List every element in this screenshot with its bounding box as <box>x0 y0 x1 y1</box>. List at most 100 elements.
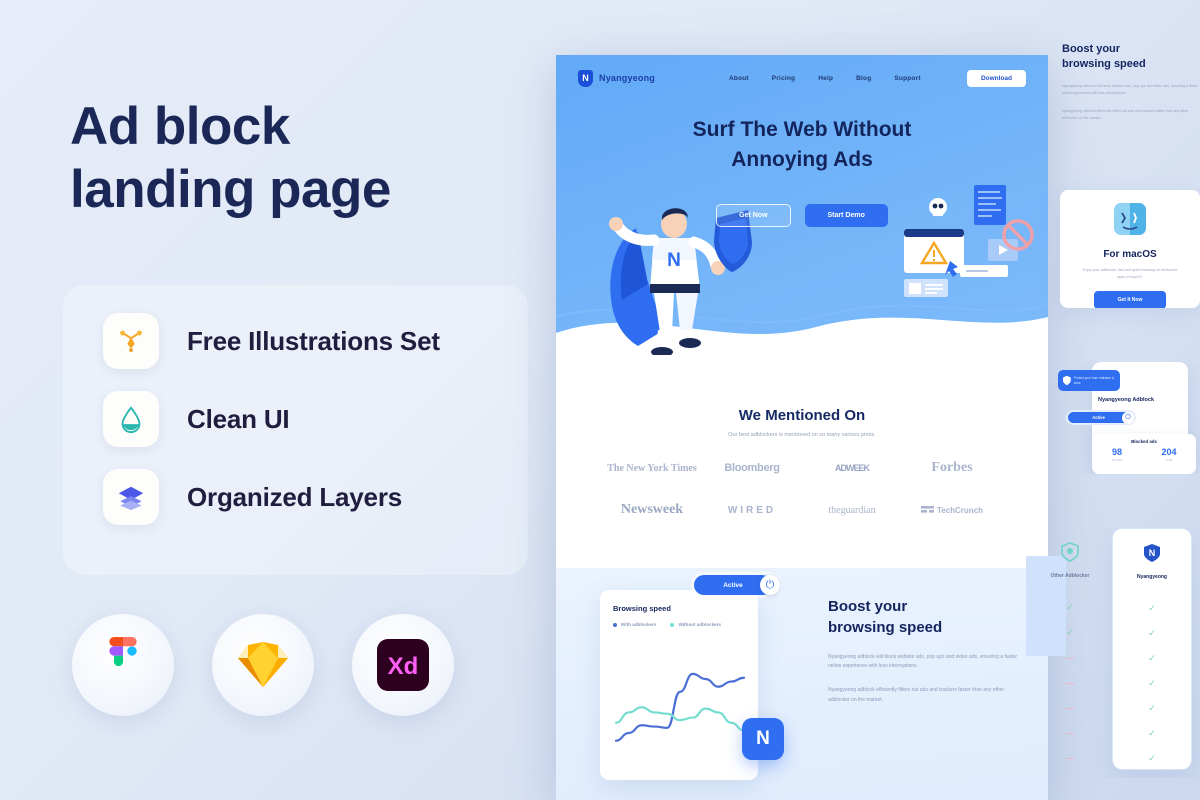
feature-label: Free Illustrations Set <box>187 325 440 356</box>
macos-heading: For macOS <box>1103 249 1157 260</box>
finder-icon <box>1114 203 1146 235</box>
nav-item-support[interactable]: Support <box>894 75 920 82</box>
stat-this-site-value: 98 <box>1112 447 1123 457</box>
comparison-column-other: Other Adblocker ✓ ✓ — — — — — <box>1034 528 1106 770</box>
widget-active-toggle[interactable]: Active ⏻ <box>1066 410 1136 425</box>
shield-icon <box>1063 375 1071 386</box>
shield-icon <box>1061 542 1079 562</box>
widget-toggle-label: Active <box>1068 412 1129 423</box>
brand-logo[interactable]: N Nyangyeong <box>578 69 655 87</box>
page-title-line-1: Ad block <box>70 97 290 156</box>
adblock-widget-card: N Nyangyeong Adblock Active ⏻ Protect yo… <box>1052 362 1200 474</box>
macos-card: For macOS Enjoy your adblocker, fast and… <box>1060 190 1200 308</box>
comparison-table: Other Adblocker ✓ ✓ — — — — — N Nyangyeong ✓ ✓ ✓… <box>1028 528 1200 778</box>
legend-without-adblockers: Without adblockers <box>670 622 721 627</box>
section-heading: We Mentioned On <box>738 407 866 424</box>
comparison-other-head: Other Adblocker <box>1034 528 1106 579</box>
check-icon: ✓ <box>1148 678 1156 688</box>
boost-paragraph-1: Nyangyeong adblock will block website ad… <box>828 653 1018 670</box>
promo-panel: Ad block landing page Free Illustrations… <box>0 0 556 800</box>
comparison-column-nyangyeong: N Nyangyeong ✓ ✓ ✓ ✓ ✓ ✓ ✓ <box>1112 528 1192 770</box>
sketch-icon <box>212 614 314 716</box>
blocked-ads-illustration <box>904 185 1034 297</box>
brand-logo-tile: N <box>742 718 784 760</box>
comparison-nyangyeong-head: N Nyangyeong <box>1113 529 1191 580</box>
comparison-other-name: Other Adblocker <box>1050 573 1090 579</box>
shield-logo-icon: N <box>578 69 593 87</box>
nav-item-help[interactable]: Help <box>818 75 833 82</box>
download-button[interactable]: Download <box>966 69 1026 87</box>
brand-shield-icon: N <box>1144 544 1160 562</box>
nav-item-blog[interactable]: Blog <box>856 75 871 82</box>
comparison-nyangyeong-name: Nyangyeong <box>1136 574 1167 580</box>
page-title-line-2: landing page <box>70 159 391 219</box>
widget-tooltip: Protect your from malware & virus <box>1058 370 1120 391</box>
mini-boost-paragraph-1: Nyangyeong adblock will block website ad… <box>1062 83 1198 96</box>
check-icon: ✓ <box>1066 627 1074 637</box>
get-now-button[interactable]: Get Now <box>716 203 791 227</box>
macos-paragraph: Enjoy your adblocker, fast and quiet bro… <box>1082 268 1178 280</box>
start-demo-button[interactable]: Start Demo <box>804 203 888 227</box>
feature-item-organized-layers: Organized Layers <box>103 469 402 525</box>
check-icon: ✓ <box>1148 703 1156 713</box>
mini-boost-heading-line-1: Boost your <box>1062 43 1121 55</box>
mini-boost-heading-line-2: browsing speed <box>1062 58 1146 71</box>
stat-this-site-caption: This Site <box>1111 458 1123 462</box>
dash-icon: — <box>1065 652 1075 663</box>
boost-copy: Boost your browsing speed Nyangyeong adb… <box>828 596 1024 706</box>
svg-text:N: N <box>667 250 681 271</box>
press-logo-nyt: The New York Times <box>607 462 697 474</box>
stat-total: 204 Total <box>1162 447 1177 462</box>
legend-label: Without adblockers <box>678 622 722 627</box>
hero-headline-line-2: Annoying Ads <box>731 148 873 172</box>
figma-icon <box>72 614 174 716</box>
svg-text:N: N <box>1149 548 1156 558</box>
boost-paragraph-2: Nyangyeong adblock efficiently filters o… <box>828 687 1005 703</box>
press-logo-forbes: Forbes <box>931 460 973 475</box>
boost-section: Browsing speed With adblockers Without a… <box>556 568 1048 800</box>
check-icon: ✓ <box>1148 728 1156 738</box>
active-toggle[interactable]: Active ⏻ <box>691 572 783 598</box>
stat-total-value: 204 <box>1161 447 1177 457</box>
legend-label: With adblockers <box>621 622 657 627</box>
dash-icon: — <box>1065 677 1075 688</box>
power-icon: ⏻ <box>760 575 780 595</box>
check-icon: ✓ <box>1148 603 1156 613</box>
secondary-screens-stack: Boost your browsing speed Nyangyeong adb… <box>1026 0 1200 800</box>
dash-icon: — <box>1065 702 1075 713</box>
legend-dot-icon <box>670 622 675 627</box>
water-drop-icon <box>103 391 159 447</box>
adobe-xd-icon: Xd <box>352 614 454 716</box>
section-subtitle: Our best adblockers is mentioned on so m… <box>728 432 876 438</box>
dash-icon: — <box>1065 752 1075 763</box>
nav-item-pricing[interactable]: Pricing <box>772 75 795 82</box>
widget-tooltip-text: Protect your from malware & virus <box>1073 376 1115 385</box>
check-icon: ✓ <box>1148 628 1156 638</box>
check-icon: ✓ <box>1148 653 1156 663</box>
press-logo-adweek: ADWEEK <box>835 463 870 473</box>
layers-icon <box>103 469 159 525</box>
get-it-now-button[interactable]: Get It Now <box>1094 291 1166 308</box>
press-logo-bloomberg: Bloomberg <box>724 462 780 474</box>
page-title: Ad block landing page <box>70 96 530 221</box>
press-logo-wired: WIRED <box>727 504 777 516</box>
nav-item-about[interactable]: About <box>729 75 749 82</box>
hero-section: N Nyangyeong About Pricing Help Blog Sup… <box>556 55 1048 355</box>
mentioned-on-section: We Mentioned On Our best adblockers is m… <box>556 355 1048 518</box>
power-icon: ⏻ <box>1122 411 1134 424</box>
boost-heading-line-1: Boost your <box>828 598 908 615</box>
press-logo-guardian: theguardian <box>828 504 876 516</box>
hero-headline-line-1: Surf The Web Without <box>692 118 912 141</box>
widget-title: Nyangyeong Adblock <box>1097 397 1155 403</box>
chart-line-without-adblockers <box>614 706 746 732</box>
navbar: N Nyangyeong About Pricing Help Blog Sup… <box>556 55 1048 101</box>
feature-label: Organized Layers <box>187 481 402 512</box>
chart-title: Browsing speed <box>613 604 671 613</box>
boost-heading: Boost your browsing speed <box>828 596 1024 639</box>
hero-headline: Surf The Web Without Annoying Ads <box>556 115 1048 176</box>
press-logo-techcrunch: TechCrunch <box>920 505 983 515</box>
hero-cta-group: Get Now Start Demo <box>556 203 1048 227</box>
blocked-ads-stats: Blocked ads 98 This Site 204 Total <box>1092 434 1196 474</box>
comparison-other-marks: ✓ ✓ — — — — — <box>1034 595 1106 770</box>
svg-text:Xd: Xd <box>388 653 419 680</box>
